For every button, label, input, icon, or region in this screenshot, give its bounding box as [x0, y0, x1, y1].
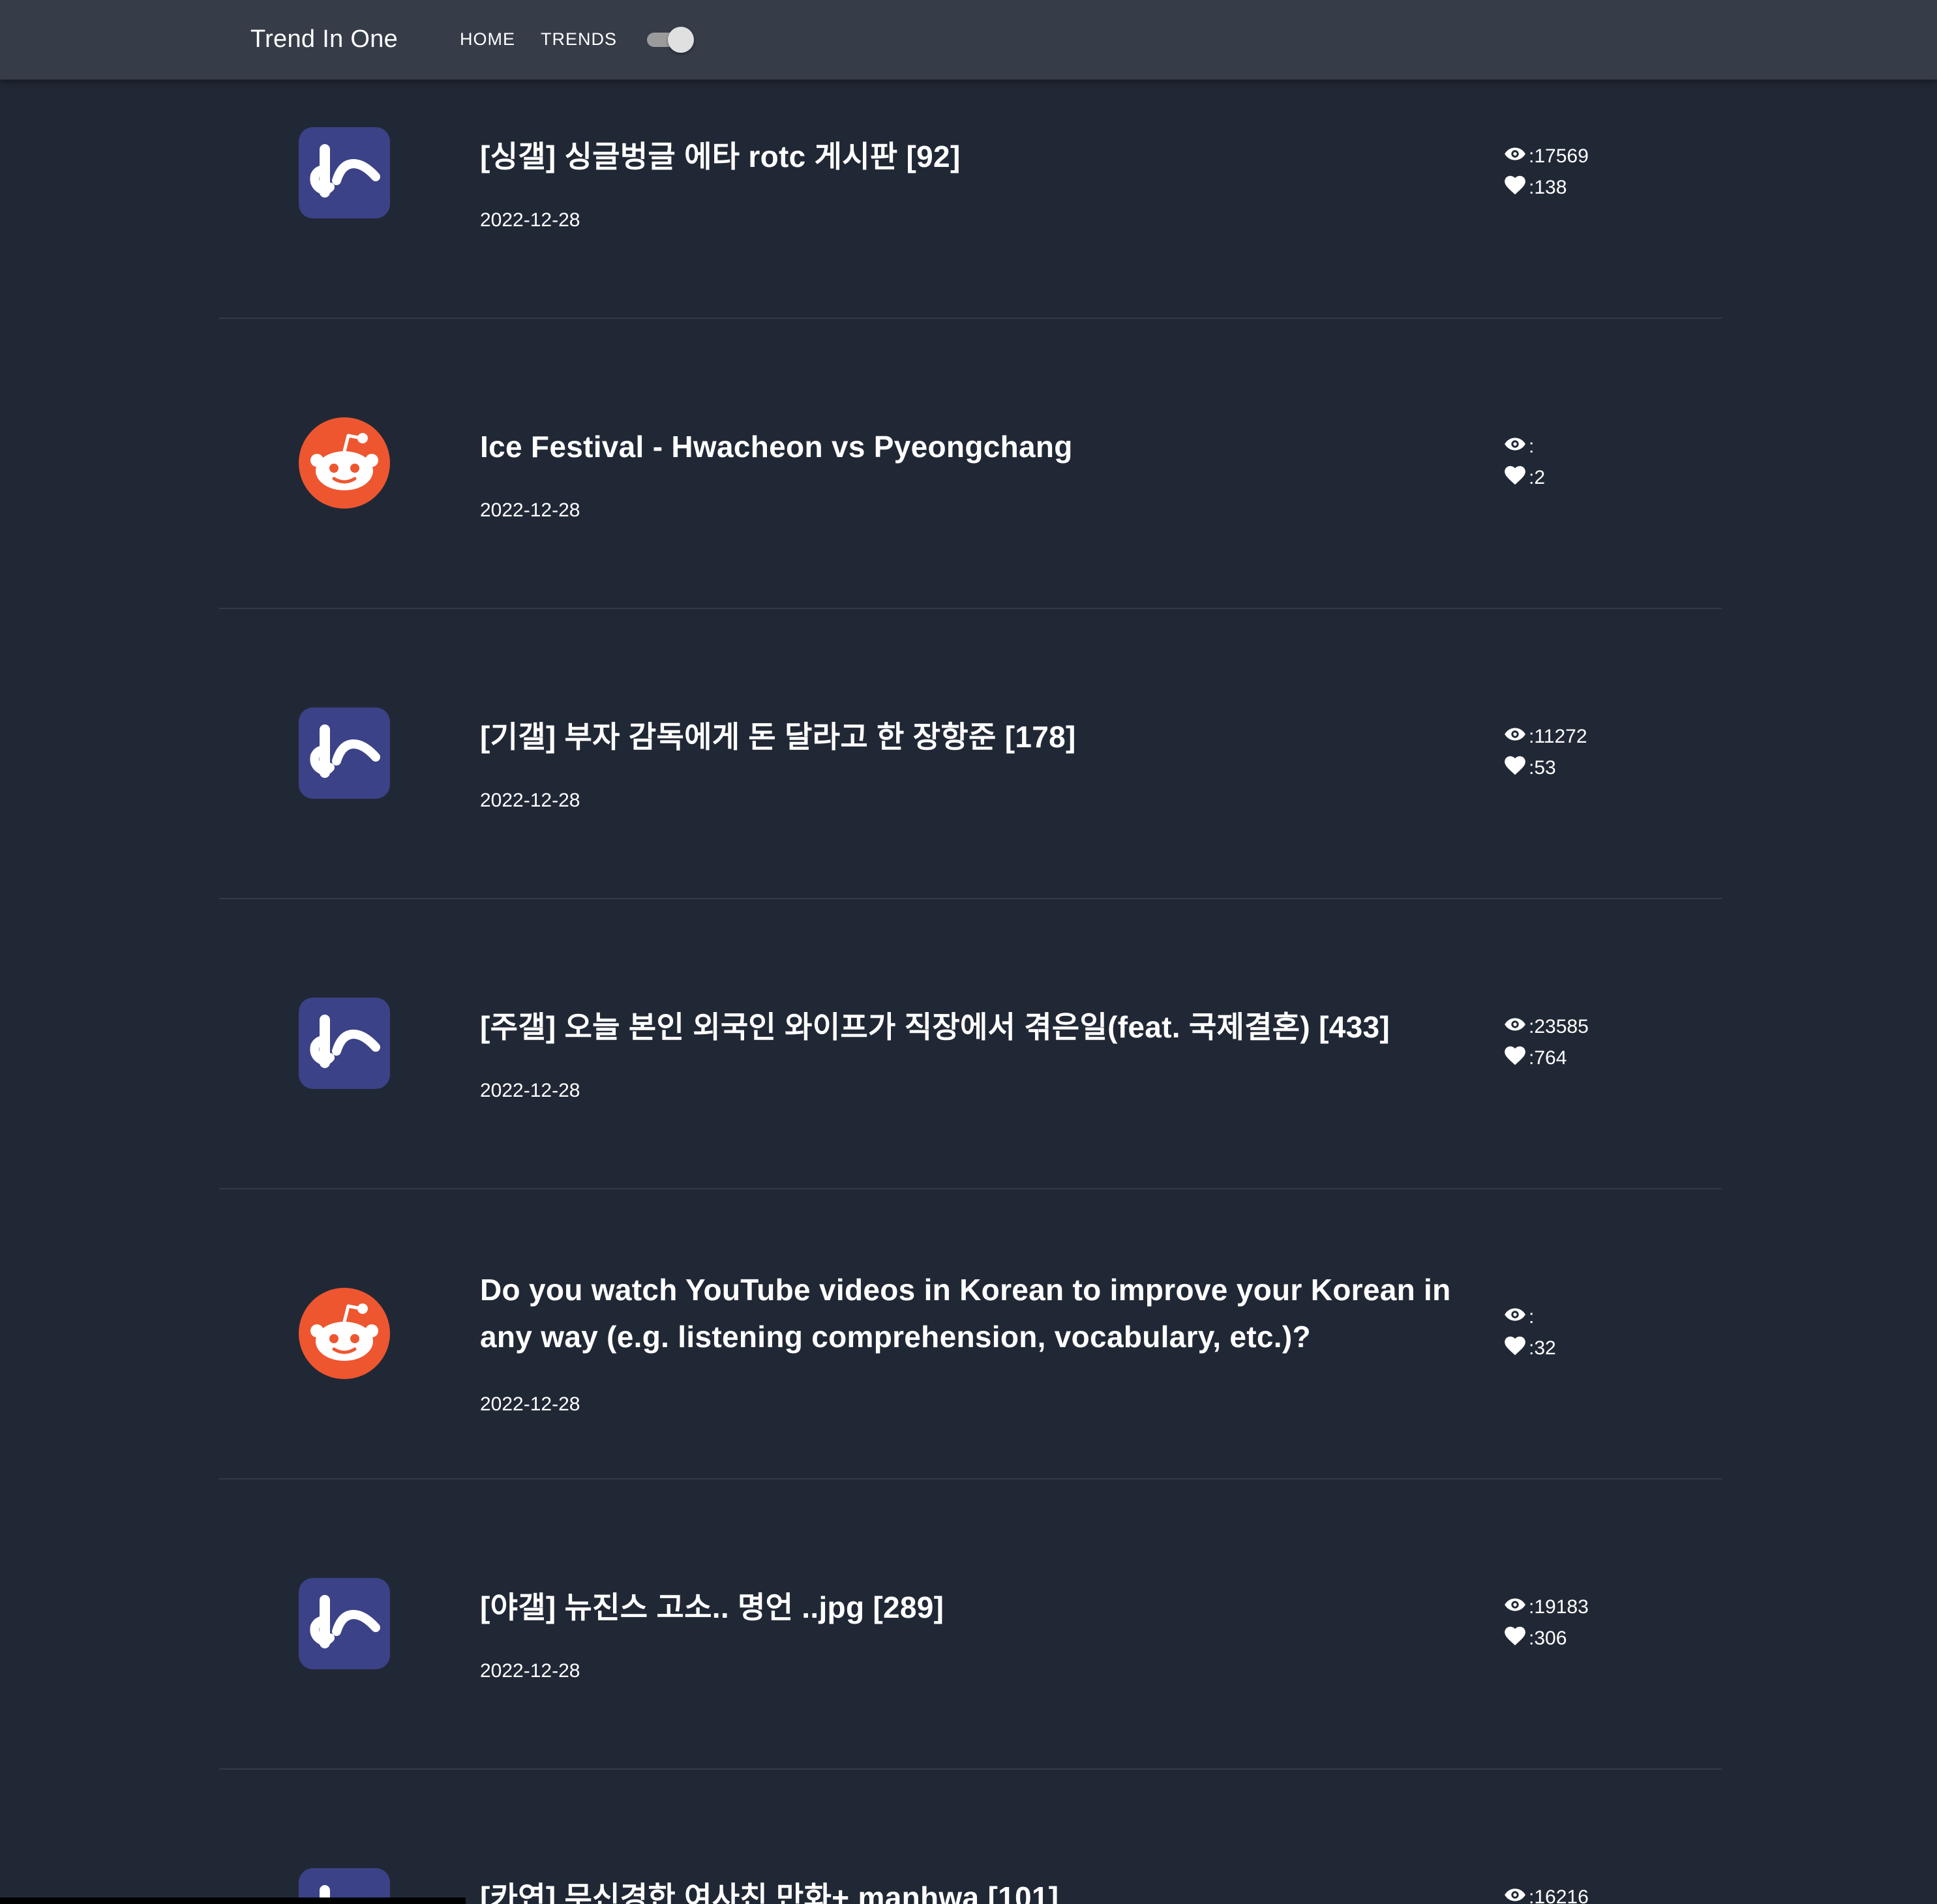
post-title[interactable]: [싱갤] 싱글벙글 에타 rotc 게시판 [92] [480, 133, 1471, 180]
post-title[interactable]: [카연] 무신경한 여사친 만화+ manhwa [101] [480, 1874, 1471, 1904]
eye-icon [1503, 1302, 1529, 1332]
post-stats: :11272 :53 [1503, 721, 1698, 784]
like-count: :306 [1529, 1628, 1567, 1649]
heart-icon [1503, 463, 1529, 493]
post-title[interactable]: [야갤] 뉴진스 고소.. 명언 ..jpg [289] [480, 1584, 1471, 1631]
list-item[interactable]: [주갤] 오늘 본인 외국인 와이프가 직장에서 겪은일(feat. 국제결혼)… [219, 898, 1722, 1189]
list-item[interactable]: [카연] 무신경한 여사친 만화+ manhwa [101] :16216 [219, 1768, 1722, 1904]
view-count: : [1529, 436, 1535, 457]
dcinside-icon [299, 998, 390, 1089]
post-stats: : :2 [1503, 431, 1698, 494]
theme-toggle[interactable] [646, 26, 695, 53]
like-count: :764 [1529, 1047, 1567, 1069]
heart-icon [1503, 753, 1529, 783]
view-count: :23585 [1529, 1016, 1589, 1037]
view-count: :16216 [1529, 1886, 1589, 1904]
post-title[interactable]: [기갤] 부자 감독에게 돈 달라고 한 장항준 [178] [480, 713, 1471, 760]
view-count: : [1529, 1306, 1535, 1328]
heart-icon [1503, 1333, 1529, 1363]
list-item[interactable]: [기갤] 부자 감독에게 돈 달라고 한 장항준 [178] 2022-12-2… [219, 608, 1722, 899]
post-date: 2022-12-28 [480, 209, 580, 231]
post-date: 2022-12-28 [480, 1660, 580, 1682]
post-date: 2022-12-28 [480, 1080, 580, 1101]
bottom-scroll-indicator [0, 1897, 466, 1904]
post-stats: : :32 [1503, 1302, 1698, 1364]
view-count: :11272 [1529, 726, 1587, 747]
dcinside-icon [299, 707, 390, 799]
post-title[interactable]: Do you watch YouTube videos in Korean to… [480, 1266, 1471, 1360]
brand-title[interactable]: Trend In One [250, 23, 398, 55]
eye-icon [1503, 432, 1529, 462]
nav-trends-link[interactable]: TRENDS [541, 27, 617, 51]
heart-icon [1503, 1624, 1529, 1654]
like-count: :32 [1529, 1337, 1556, 1359]
eye-icon [1503, 141, 1529, 171]
reddit-icon [299, 417, 390, 509]
view-count: :17569 [1529, 145, 1589, 167]
like-count: :2 [1529, 467, 1546, 488]
post-date: 2022-12-28 [480, 499, 580, 521]
eye-icon [1503, 1592, 1529, 1622]
post-stats: :16216 [1503, 1882, 1698, 1904]
post-list: [싱갤] 싱글벙글 에타 rotc 게시판 [92] 2022-12-28 :1… [0, 0, 1937, 1904]
eye-icon [1503, 1882, 1529, 1904]
dcinside-icon [299, 1578, 390, 1669]
post-stats: :19183 :306 [1503, 1592, 1698, 1654]
toggle-thumb [668, 27, 694, 53]
post-title[interactable]: [주갤] 오늘 본인 외국인 와이프가 직장에서 겪은일(feat. 국제결혼)… [480, 1004, 1471, 1050]
nav-home-link[interactable]: HOME [460, 27, 515, 51]
heart-icon [1503, 173, 1529, 203]
eye-icon [1503, 1012, 1529, 1042]
like-count: :53 [1529, 757, 1556, 779]
post-date: 2022-12-28 [480, 790, 580, 811]
reddit-icon [299, 1288, 390, 1379]
list-item[interactable]: Do you watch YouTube videos in Korean to… [219, 1188, 1722, 1480]
heart-icon [1503, 1043, 1529, 1073]
view-count: :19183 [1529, 1596, 1589, 1618]
post-date: 2022-12-28 [480, 1393, 580, 1415]
eye-icon [1503, 722, 1529, 752]
like-count: :138 [1529, 177, 1567, 198]
post-title[interactable]: Ice Festival - Hwacheon vs Pyeongchang [480, 423, 1471, 470]
post-stats: :23585 :764 [1503, 1011, 1698, 1074]
dcinside-icon [299, 127, 390, 218]
list-item[interactable]: Ice Festival - Hwacheon vs Pyeongchang 2… [219, 318, 1722, 609]
post-stats: :17569 :138 [1503, 141, 1698, 203]
list-item[interactable]: [야갤] 뉴진스 고소.. 명언 ..jpg [289] 2022-12-28 … [219, 1478, 1722, 1770]
app-bar: Trend In One HOME TRENDS [0, 0, 1937, 80]
